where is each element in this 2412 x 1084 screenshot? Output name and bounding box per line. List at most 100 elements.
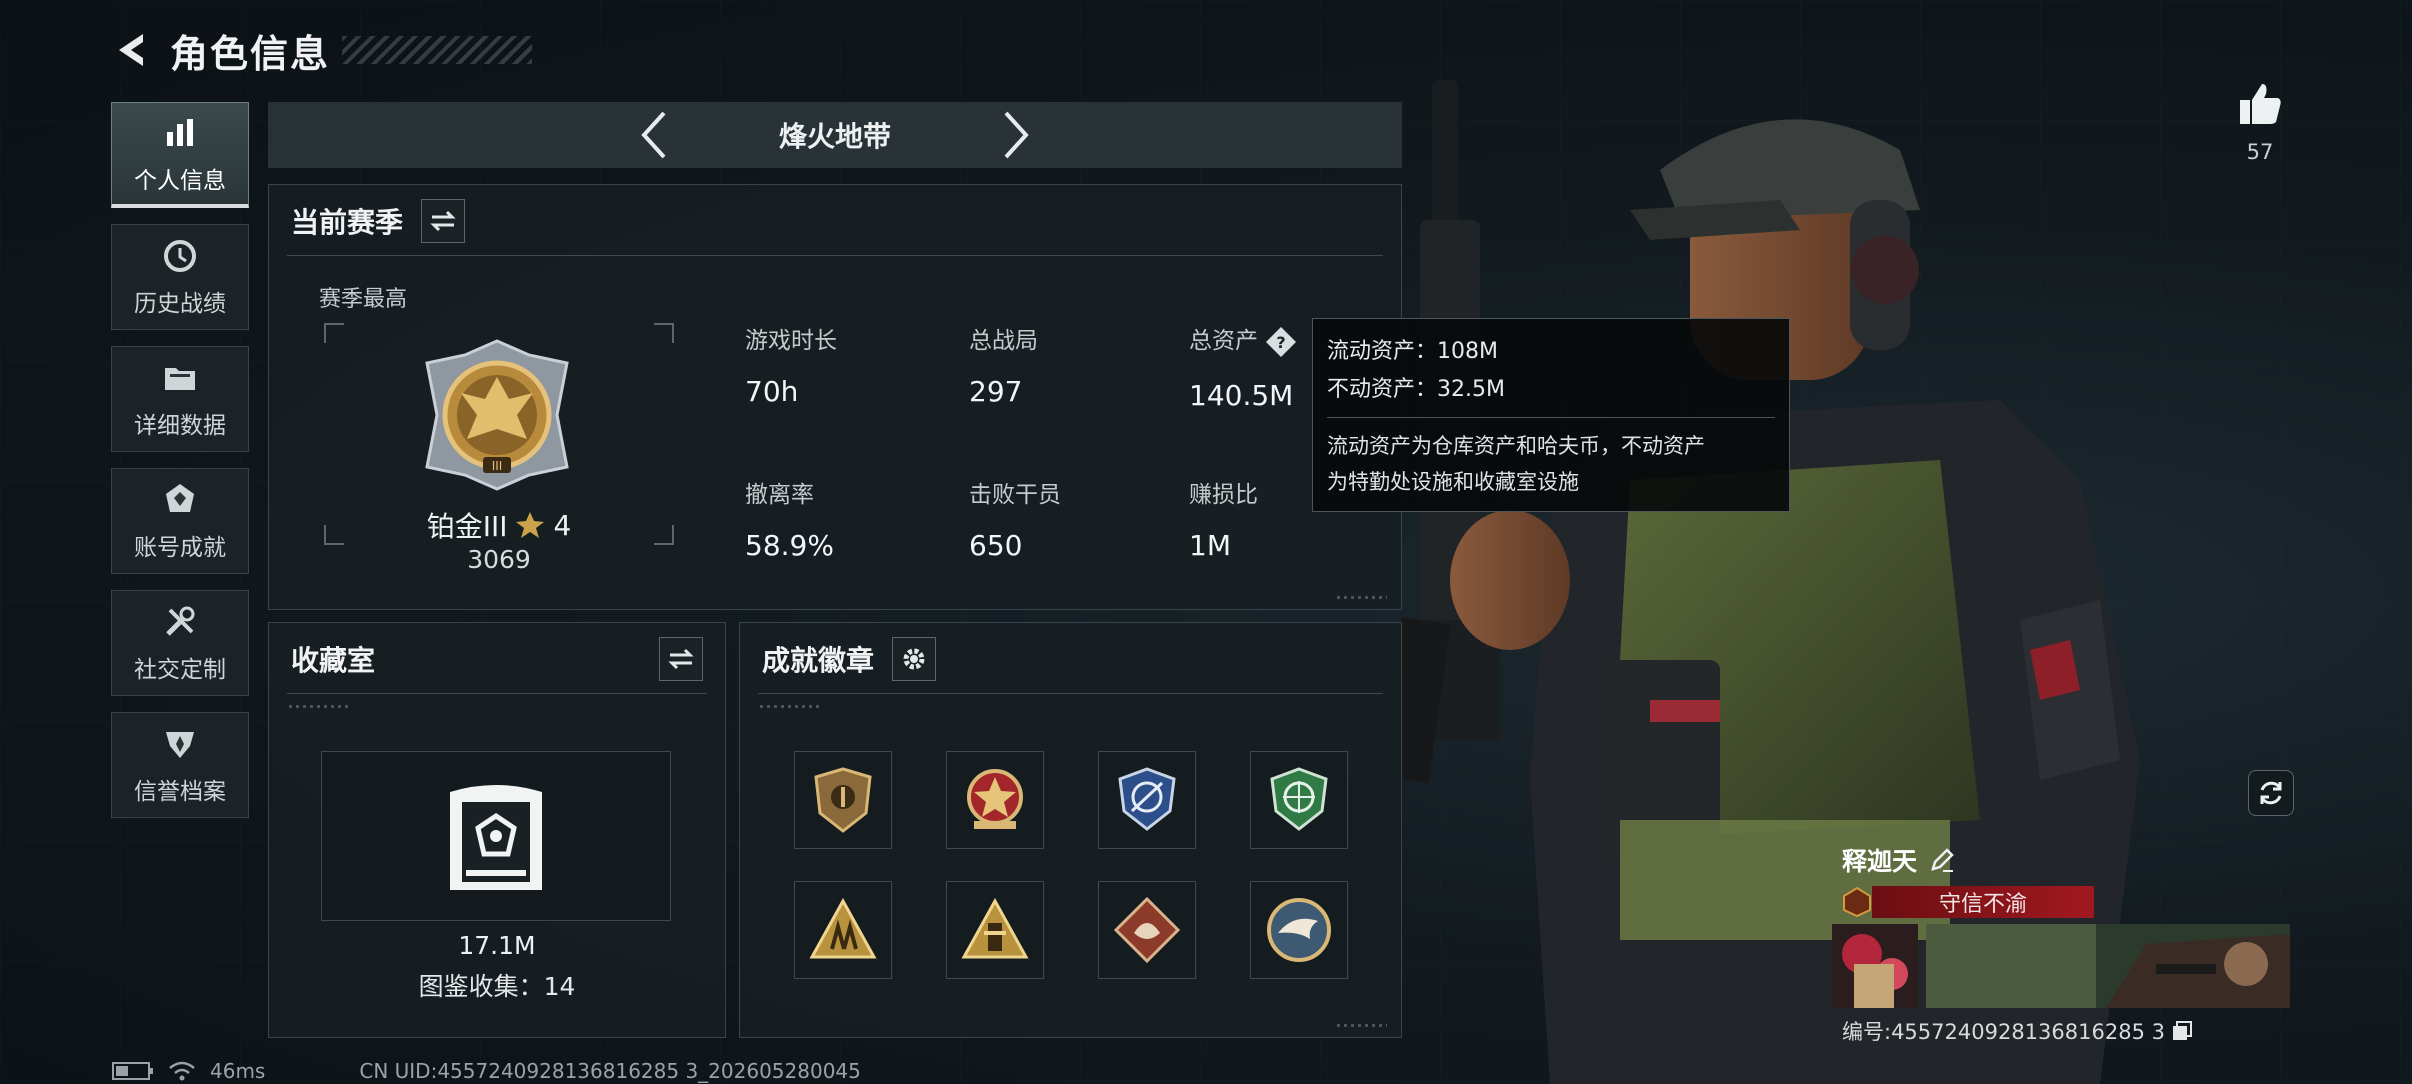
divider [287,255,1383,256]
star-emblem-badge-icon [967,769,1023,829]
stat-label: 击败干员 [969,482,1061,508]
player-title-banner: 守信不渝 [1872,886,2094,918]
help-question-icon[interactable]: ? [1264,325,1298,359]
player-id-row: 编号:4557240928136816285 3 [1842,1016,2193,1046]
collection-title: 收藏室 [291,644,376,677]
swap-arrows-icon [668,648,694,670]
gold-triangle-tower-icon [961,897,1029,959]
like-button[interactable]: 57 [2236,80,2284,164]
sidebar-item-label: 信誉档案 [134,779,226,805]
name-card-banner[interactable] [1926,924,2290,1008]
gold-triangle-soldiers-icon [809,897,877,959]
stat-label: 赚损比 [1189,482,1258,508]
reputation-badge-icon [160,724,200,764]
switch-season-button[interactable] [421,199,466,243]
star-icon [516,512,545,538]
tooltip-description-line: 为特勤处设施和收藏室设施 [1327,470,1579,494]
stat-operators-defeated: 击败干员 650 [969,475,1061,562]
corner-decoration [1337,596,1387,599]
sidebar-item-account-achievements[interactable]: 账号成就 [111,468,249,574]
stat-extraction-rate: 撤离率 58.9% [745,475,834,562]
title-emblem-icon [1843,886,1871,918]
stat-label: 总资产 [1189,328,1258,354]
stat-value: 650 [969,529,1023,562]
rotate-model-button[interactable] [2248,770,2294,816]
sidebar-item-reputation-file[interactable]: 信誉档案 [111,712,249,818]
achievement-badge[interactable] [794,881,892,979]
corner-decoration [1337,1024,1387,1027]
stat-label: 撤离率 [745,482,814,508]
season-panel-title: 当前赛季 [291,206,404,239]
copy-icon[interactable] [2171,1020,2193,1042]
stat-value: 70h [745,375,799,408]
sidebar-item-social-customization[interactable]: 社交定制 [111,590,249,696]
like-count: 57 [2246,140,2274,164]
svg-text:III: III [492,459,503,473]
stat-value: 58.9% [745,529,834,562]
ping-value: 46ms [210,1059,266,1083]
edit-pencil-icon[interactable] [1929,847,1955,873]
rank-score: 3069 [467,545,531,574]
mode-selector: 烽火地带 [268,102,1402,168]
badge-settings-button[interactable] [892,637,937,681]
bar-chart-icon [160,113,200,153]
next-mode-chevron-icon[interactable] [985,105,1045,165]
switch-collection-button[interactable] [659,637,703,681]
decoration [760,705,820,708]
previous-mode-chevron-icon[interactable] [625,105,685,165]
history-clock-icon [160,236,200,276]
card-images [1832,924,2292,1008]
sidebar-item-personal-info[interactable]: 个人信息 [111,102,249,208]
sidebar: 个人信息 历史战绩 详细数据 账号成就 社交定制 信誉档案 [111,102,251,834]
stat-total-assets: 总资产? 140.5M [1189,321,1298,412]
stat-total-matches: 总战局 297 [969,321,1038,408]
collection-value: 17.1M [458,931,536,960]
achievement-badge[interactable] [794,751,892,849]
battery-icon [112,1062,153,1080]
swap-arrows-icon [430,210,456,232]
player-title-row: 守信不渝 [1842,886,2292,918]
rank-info: 铂金III 4 [269,505,729,545]
season-best-label: 赛季最高 [319,287,408,312]
status-bar: 46ms CN UID:4557240928136816285 3_202605… [112,1058,861,1084]
avatar[interactable] [1832,924,1918,1008]
back-arrow-icon[interactable] [110,27,156,73]
sidebar-item-label: 账号成就 [134,535,226,561]
achievement-badge[interactable] [946,881,1044,979]
gear-icon [903,648,925,670]
stat-value: 140.5M [1189,378,1294,412]
achievement-badge[interactable] [946,751,1044,849]
collection-count: 图鉴收集：14 [418,972,576,1001]
achievement-badge[interactable] [1250,881,1348,979]
player-name: 释迦天 [1842,847,1918,876]
sidebar-item-label: 社交定制 [134,657,226,683]
sidebar-item-detailed-data[interactable]: 详细数据 [111,346,249,452]
tools-icon [160,602,200,642]
vault-preview [321,751,671,921]
sidebar-item-label: 详细数据 [134,413,226,439]
stat-value: 297 [969,375,1023,408]
rank-stars: 4 [553,508,572,542]
collection-room-panel[interactable]: 收藏室 17.1M 图鉴收集：14 [268,622,726,1038]
decoration [289,705,349,708]
title-decoration [342,36,533,64]
sidebar-item-match-history[interactable]: 历史战绩 [111,224,249,330]
blue-shield-badge-icon [1118,767,1176,831]
asset-tooltip: 流动资产：108M 不动资产：32.5M 流动资产为仓库资产和哈夫币，不动资产 … [1312,318,1790,512]
svg-text:?: ? [1276,333,1285,352]
achievement-badges-panel[interactable]: 成就徽章 [739,622,1402,1038]
folder-icon [160,358,200,398]
stat-profit-loss-ratio: 赚损比 1M [1189,475,1258,562]
achievement-badge[interactable] [1098,881,1196,979]
stat-playtime: 游戏时长 70h [745,321,837,408]
achievement-badge[interactable] [1250,751,1348,849]
mode-name: 烽火地带 [778,120,891,153]
wifi-icon [169,1061,195,1081]
red-diamond-beast-icon [1113,896,1181,964]
rank-name: 铂金III [426,510,508,543]
achievement-emblem-icon [160,480,200,520]
achievement-badge[interactable] [1098,751,1196,849]
stat-value: 1M [1189,529,1231,562]
vault-door-icon [450,785,542,890]
sidebar-item-label: 个人信息 [134,167,226,194]
